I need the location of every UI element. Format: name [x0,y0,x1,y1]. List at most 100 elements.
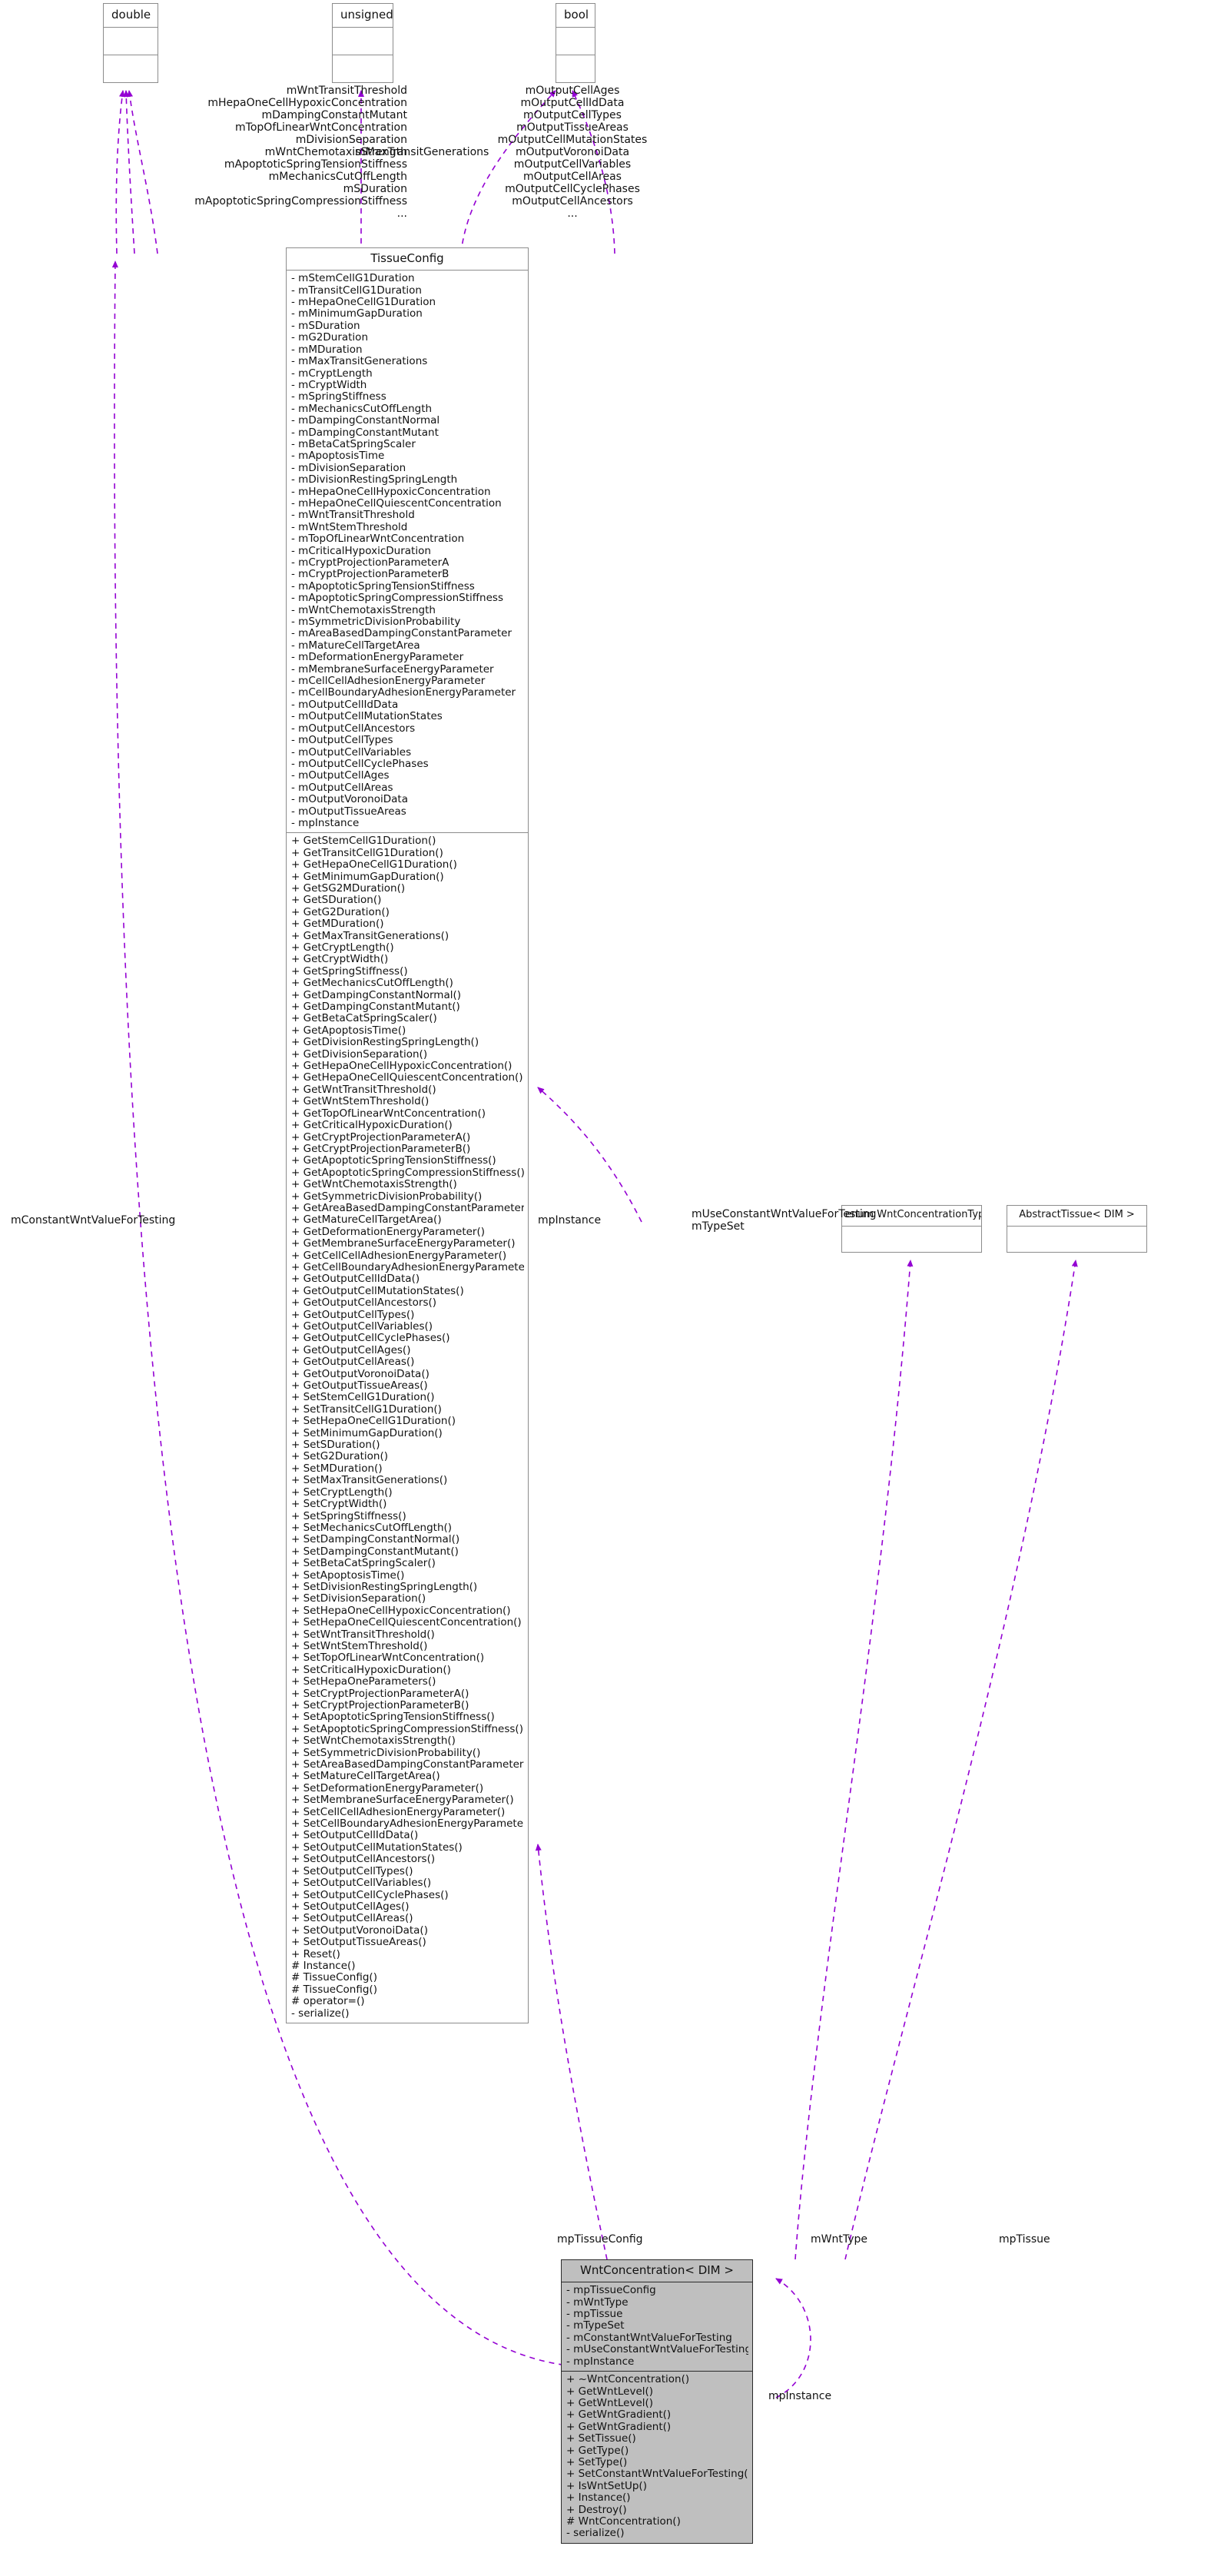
class-member-row: + GetType() [566,2445,629,2457]
class-member-row: - mDampingConstantNormal [291,415,440,427]
class-member-row: + GetCryptWidth() [291,954,389,966]
class-member-row: - mTypeSet [566,2320,625,2332]
class-member-row: + SetOutputTissueAreas() [291,1937,426,1949]
edge-label-tissue-config-ref: mpTissueConfig [557,2233,643,2246]
class-member-row: - mMechanicsCutOffLength [291,403,433,415]
node-abstract-tissue[interactable]: AbstractTissue< DIM > [1007,1205,1147,1253]
class-member-row: + SetMinimumGapDuration() [291,1427,443,1439]
class-member-row: + GetMaxTransitGenerations() [291,930,449,942]
node-unsigned-operations [333,55,393,82]
class-member-row: + GetBetaCatSpringScaler() [291,1013,437,1025]
node-wnt-concentration[interactable]: WntConcentration< DIM > - mpTissueConfig… [561,2259,753,2544]
class-member-row: + SetDampingConstantNormal() [291,1534,460,1546]
class-member-row: + SetOutputCellCyclePhases() [291,1889,449,1901]
class-member-row: + SetCriticalHypoxicDuration() [291,1664,451,1676]
class-member-row: + GetWntLevel() [566,2397,654,2409]
class-member-row: - mOutputCellAreas [291,782,393,794]
class-member-row: + GetSymmetricDivisionProbability() [291,1190,483,1203]
class-member-row: - mHepaOneCellHypoxicConcentration [291,486,491,498]
edge-label-tissue-config-instance: mpInstance [538,1214,602,1227]
class-member-row: + GetOutputCellAges() [291,1344,411,1356]
class-member-row: - mWntStemThreshold [291,521,408,533]
edge-label-wnt-type-ref: mWntType [811,2233,867,2246]
class-member-row: - mOutputCellCyclePhases [291,758,429,770]
class-member-row: - mOutputCellAncestors [291,722,416,735]
node-wnt-concentration-type-body [842,1227,981,1252]
class-member-row: - mUseConstantWntValueForTesting [566,2344,748,2356]
class-member-row: + GetSpringStiffness() [291,965,408,978]
node-wnt-concentration-title: WntConcentration< DIM > [580,2263,734,2277]
node-unsigned[interactable]: unsigned [332,3,393,84]
class-member-row: + SetApoptoticSpringCompressionStiffness… [291,1723,523,1735]
class-member-row: # WntConcentration() [566,2515,681,2528]
node-double[interactable]: double [103,3,158,84]
class-member-row: - mpTissue [566,2309,623,2321]
class-member-row: + SetStemCellG1Duration() [291,1392,435,1404]
node-bool[interactable]: bool [556,3,595,84]
class-member-row: - mpInstance [291,817,360,829]
class-member-row: # TissueConfig() [291,1972,377,1984]
class-member-row: + GetSDuration() [291,895,382,907]
class-member-row: + Instance() [566,2492,631,2505]
class-member-row: - mSDuration [291,320,360,332]
class-member-row: - mOutputCellVariables [291,746,412,759]
class-member-row: - mApoptoticSpringTensionStiffness [291,580,475,593]
class-member-row: + GetDampingConstantMutant() [291,1001,460,1014]
class-member-row: + GetOutputCellMutationStates() [291,1285,464,1297]
class-member-row: - mpTissueConfig [566,2285,656,2297]
class-member-row: + GetDivisionRestingSpringLength() [291,1037,479,1049]
class-member-row: + SetDampingConstantMutant() [291,1545,459,1558]
class-member-row: + SetWntStemThreshold() [291,1640,428,1652]
edge-label-constant-wnt-value: mConstantWntValueForTesting [11,1214,176,1227]
class-member-row: + GetCryptProjectionParameterB() [291,1143,471,1155]
class-member-row: + GetWntGradient() [566,2409,672,2422]
class-member-row: + SetMembraneSurfaceEnergyParameter() [291,1794,514,1807]
class-member-row: + SetSymmetricDivisionProbability() [291,1747,481,1759]
node-tissue-config[interactable]: TissueConfig - mStemCellG1Duration - mTra… [286,247,529,2023]
class-member-row: - mDivisionSeparation [291,462,406,474]
node-double-operations [104,55,158,82]
class-member-row: + SetCellCellAdhesionEnergyParameter() [291,1806,506,1818]
class-member-row: + SetAreaBasedDampingConstantParameter() [291,1759,524,1771]
class-member-row: - mWntChemotaxisStrength [291,604,436,616]
class-member-row: - mSymmetricDivisionProbability [291,616,461,629]
class-member-row: - mSpringStiffness [291,391,386,403]
class-member-row: + SetTissue() [566,2433,636,2445]
class-member-row: - mMinimumGapDuration [291,308,423,320]
class-member-row: + GetAreaBasedDampingConstantParameter() [291,1202,524,1214]
class-member-row: + GetTransitCellG1Duration() [291,847,443,859]
class-member-row: - mOutputCellIdData [291,699,399,711]
class-member-row: - mMatureCellTargetArea [291,639,420,652]
class-member-row: + SetApoptoticSpringTensionStiffness() [291,1711,495,1724]
class-member-row: + GetHepaOneCellQuiescentConcentration() [291,1072,523,1084]
class-member-row: + SetOutputCellMutationStates() [291,1841,463,1854]
class-member-row: - mCellCellAdhesionEnergyParameter [291,676,486,688]
class-member-row: + SetMaxTransitGenerations() [291,1475,448,1487]
class-member-row: - mTransitCellG1Duration [291,284,422,297]
class-member-row: + GetCryptProjectionParameterA() [291,1131,471,1144]
class-member-row: + SetOutputCellVariables() [291,1877,432,1890]
class-member-row: + SetWntTransitThreshold() [291,1628,435,1641]
node-tissue-config-attributes: - mStemCellG1Duration - mTransitCellG1Dur… [287,271,528,832]
class-member-row: - mOutputCellTypes [291,735,393,747]
class-member-row: - mCryptWidth [291,379,367,391]
class-member-row: + SetHepaOneParameters() [291,1676,436,1688]
class-member-row: + SetSpringStiffness() [291,1510,406,1522]
class-member-row: + GetTopOfLinearWntConcentration() [291,1107,486,1120]
class-member-row: + SetOutputCellIdData() [291,1830,419,1842]
class-member-row: - mMaxTransitGenerations [291,356,428,368]
class-member-row: + GetWntTransitThreshold() [291,1084,436,1096]
class-member-row: + GetOutputCellIdData() [291,1273,420,1286]
class-member-row: + SetTopOfLinearWntConcentration() [291,1652,485,1665]
class-member-row: + SetType() [566,2456,628,2468]
class-member-row: + GetG2Duration() [291,906,390,918]
class-member-row: - mOutputTissueAreas [291,805,406,818]
class-member-row: + GetMinimumGapDuration() [291,871,444,883]
class-member-row: + SetDeformationEnergyParameter() [291,1782,484,1794]
class-member-row: + SetOutputCellAncestors() [291,1854,436,1866]
node-tissue-config-operations: + GetStemCellG1Duration() + GetTransitCel… [287,833,528,2023]
class-member-row: + GetOutputCellTypes() [291,1309,415,1321]
class-member-row: - mTopOfLinearWntConcentration [291,533,465,546]
edge-label-tissue-ref: mpTissue [999,2233,1050,2246]
class-member-row: + SetHepaOneCellQuiescentConcentration() [291,1617,522,1629]
